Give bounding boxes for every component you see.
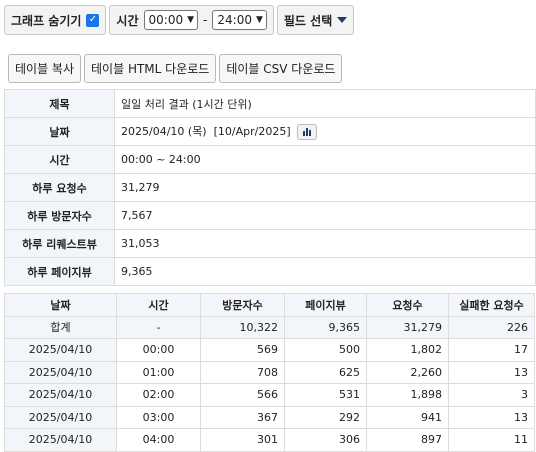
table-cell: 01:00 <box>116 360 201 384</box>
summary-value-text: 31,053 <box>121 237 160 250</box>
table-cell: 566 <box>200 383 285 407</box>
table-cell: 500 <box>284 338 367 362</box>
summary-value-text: 31,279 <box>121 181 160 194</box>
summary-value-text: 9,365 <box>121 265 153 278</box>
table-cell: 03:00 <box>116 405 201 429</box>
column-header[interactable]: 시간 <box>116 293 201 317</box>
column-header[interactable]: 요청수 <box>366 293 449 317</box>
chevron-down-icon: ▼ <box>187 15 195 25</box>
summary-value: 00:00 ~ 24:00 <box>114 145 536 174</box>
time-separator: - <box>203 13 208 27</box>
time-from-value: 00:00 <box>148 13 184 27</box>
field-select-button[interactable]: 필드 선택 <box>276 5 355 35</box>
table-cell: 941 <box>366 405 449 429</box>
table-cell: 625 <box>284 360 367 384</box>
total-row: 합계 -10,322 9,365 31,279 226 <box>4 315 535 339</box>
table-cell: 합계 <box>4 315 117 339</box>
bar-chart-icon[interactable] <box>296 124 317 140</box>
table-row: 2025/04/10 04:00 301 306 897 11 <box>4 428 535 452</box>
summary-key: 하루 리퀘스트뷰 <box>4 229 115 258</box>
summary-value: 7,567 <box>114 201 536 230</box>
column-header[interactable]: 페이지뷰 <box>284 293 367 317</box>
summary-key: 시간 <box>4 145 115 174</box>
time-to-select[interactable]: 24:00 ▼ <box>212 10 267 30</box>
summary-key: 제목 <box>4 89 115 118</box>
summary-value-text: 2025/04/10 (목) [10/Apr/2025] <box>121 125 291 138</box>
time-to-value: 24:00 <box>217 13 252 27</box>
table-cell: 531 <box>284 383 367 407</box>
table-cell: 10,322 <box>200 315 285 339</box>
summary-table: 제목 일일 처리 결과 (1시간 단위) 날짜 2025/04/10 (목) [10/… <box>4 89 536 286</box>
caret-down-icon <box>337 17 348 23</box>
table-cell: 226 <box>448 315 535 339</box>
summary-value: 9,365 <box>114 257 536 286</box>
table-row: 2025/04/10 01:00 708 625 2,260 13 <box>4 360 535 384</box>
table-cell: 04:00 <box>116 428 201 452</box>
table-cell: 897 <box>366 428 449 452</box>
table-actions: 테이블 복사 테이블 HTML 다운로드 테이블 CSV 다운로드 <box>8 54 343 83</box>
table-cell: 2025/04/10 <box>4 428 117 452</box>
summary-value: 31,053 <box>114 229 536 258</box>
toolbar: 그래프 숨기기 ✓ 시간 00:00 ▼ - 24:00 ▼ 필드 선택 <box>4 5 355 35</box>
table-cell: 2025/04/10 <box>4 405 117 429</box>
chevron-down-icon: ▼ <box>255 15 263 25</box>
table-cell: 1,802 <box>366 338 449 362</box>
csv-download-button[interactable]: 테이블 CSV 다운로드 <box>219 54 343 83</box>
summary-key: 날짜 <box>4 117 115 146</box>
summary-value: 31,279 <box>114 173 536 202</box>
table-cell: 13 <box>448 360 535 384</box>
field-select-label: 필드 선택 <box>283 13 333 28</box>
table-cell: 13 <box>448 405 535 429</box>
summary-value-text: 7,567 <box>121 209 153 222</box>
table-cell: 17 <box>448 338 535 362</box>
table-cell: 11 <box>448 428 535 452</box>
summary-row: 날짜 2025/04/10 (목) [10/Apr/2025] <box>4 117 536 146</box>
table-cell: 292 <box>284 405 367 429</box>
copy-table-button[interactable]: 테이블 복사 <box>8 54 82 83</box>
html-download-button[interactable]: 테이블 HTML 다운로드 <box>84 54 217 83</box>
table-cell: 306 <box>284 428 367 452</box>
column-header[interactable]: 실패한 요청수 <box>448 293 535 317</box>
time-range-group: 시간 00:00 ▼ - 24:00 ▼ <box>109 5 274 35</box>
summary-key: 하루 방문자수 <box>4 201 115 230</box>
summary-key: 하루 요청수 <box>4 173 115 202</box>
table-cell: - <box>116 315 201 339</box>
summary-row: 하루 페이지뷰 9,365 <box>4 257 536 286</box>
summary-row: 제목 일일 처리 결과 (1시간 단위) <box>4 89 536 118</box>
table-cell: 9,365 <box>284 315 367 339</box>
hourly-table: 날짜 시간 방문자수 페이지뷰 요청수 실패한 요청수 합계 -10,322 9,365 31,… <box>4 293 535 452</box>
table-cell: 3 <box>448 383 535 407</box>
table-cell: 00:00 <box>116 338 201 362</box>
table-cell: 569 <box>200 338 285 362</box>
time-label: 시간 <box>116 13 139 28</box>
hide-graph-toggle[interactable]: 그래프 숨기기 ✓ <box>4 5 107 35</box>
time-from-select[interactable]: 00:00 ▼ <box>143 10 199 30</box>
table-cell: 2025/04/10 <box>4 383 117 407</box>
table-cell: 1,898 <box>366 383 449 407</box>
table-cell: 2025/04/10 <box>4 338 117 362</box>
hide-graph-checkbox[interactable]: ✓ <box>86 13 100 27</box>
summary-row: 하루 방문자수 7,567 <box>4 201 536 230</box>
table-row: 2025/04/10 03:00 367 292 941 13 <box>4 405 535 429</box>
summary-row: 하루 리퀘스트뷰 31,053 <box>4 229 536 258</box>
summary-row: 하루 요청수 31,279 <box>4 173 536 202</box>
table-cell: 367 <box>200 405 285 429</box>
column-header[interactable]: 방문자수 <box>200 293 285 317</box>
table-cell: 301 <box>200 428 285 452</box>
hide-graph-label: 그래프 숨기기 <box>11 13 82 28</box>
table-row: 2025/04/10 02:00 566 531 1,898 3 <box>4 383 535 407</box>
summary-row: 시간 00:00 ~ 24:00 <box>4 145 536 174</box>
column-header[interactable]: 날짜 <box>4 293 117 317</box>
table-cell: 2,260 <box>366 360 449 384</box>
summary-value: 2025/04/10 (목) [10/Apr/2025] <box>114 117 536 146</box>
table-cell: 31,279 <box>366 315 449 339</box>
table-cell: 2025/04/10 <box>4 360 117 384</box>
summary-value-text: 00:00 ~ 24:00 <box>121 153 201 166</box>
summary-value: 일일 처리 결과 (1시간 단위) <box>114 89 536 118</box>
summary-value-text: 일일 처리 결과 (1시간 단위) <box>121 97 252 111</box>
table-cell: 708 <box>200 360 285 384</box>
table-row: 2025/04/10 00:00 569 500 1,802 17 <box>4 338 535 362</box>
table-cell: 02:00 <box>116 383 201 407</box>
summary-key: 하루 페이지뷰 <box>4 257 115 286</box>
